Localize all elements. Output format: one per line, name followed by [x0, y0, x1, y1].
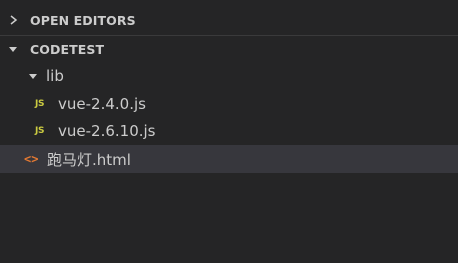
file-label: vue-2.6.10.js [58, 122, 156, 140]
file-label: vue-2.4.0.js [58, 95, 146, 113]
tree-item-folder-lib[interactable]: lib [0, 62, 458, 90]
chevron-right-icon[interactable] [8, 15, 26, 25]
html-file-icon: <> [24, 152, 39, 166]
tree-item-file[interactable]: JS vue-2.4.0.js [0, 90, 458, 118]
workspace-header[interactable]: CODETEST [0, 35, 458, 62]
folder-expanded-icon[interactable] [28, 71, 44, 81]
tree-item-file[interactable]: JS vue-2.6.10.js [0, 117, 458, 145]
open-editors-label: OPEN EDITORS [30, 12, 136, 28]
workspace-label: CODETEST [30, 41, 105, 57]
js-file-icon: JS [35, 99, 45, 109]
folder-label: lib [46, 67, 64, 85]
explorer-sidebar: OPEN EDITORS CODETEST lib JS vue-2.4.0.j… [0, 0, 458, 263]
file-label: 跑马灯.html [47, 150, 131, 169]
open-editors-header[interactable]: OPEN EDITORS [0, 7, 458, 33]
tree-item-file-selected[interactable]: <> 跑马灯.html [0, 145, 458, 173]
js-file-icon: JS [35, 126, 45, 136]
chevron-down-icon[interactable] [8, 44, 26, 54]
